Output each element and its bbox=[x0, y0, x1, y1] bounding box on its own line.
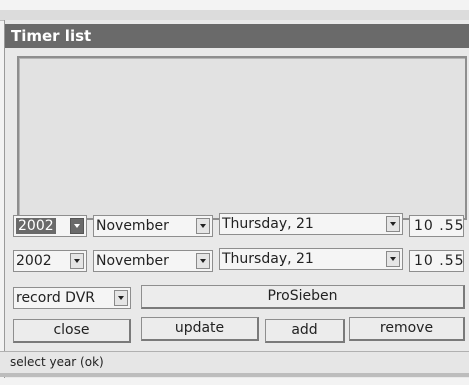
bottom-border bbox=[0, 373, 469, 377]
end-month-select[interactable]: November bbox=[93, 250, 213, 272]
start-year-select[interactable]: 2002 bbox=[13, 215, 87, 237]
start-day-value: Thursday, 21 bbox=[222, 216, 314, 232]
chevron-down-icon[interactable] bbox=[196, 218, 210, 234]
start-month-value: November bbox=[96, 218, 169, 234]
status-bar: select year (ok) bbox=[0, 351, 469, 373]
start-time-field[interactable]: 10 .55 bbox=[409, 215, 464, 237]
channel-button[interactable]: ProSieben bbox=[141, 285, 465, 309]
timer-type-value: record DVR bbox=[16, 290, 96, 306]
update-button[interactable]: update bbox=[141, 317, 259, 341]
end-day-value: Thursday, 21 bbox=[222, 251, 314, 267]
start-month-select[interactable]: November bbox=[93, 215, 213, 237]
end-year-select[interactable]: 2002 bbox=[13, 250, 87, 272]
chevron-down-icon[interactable] bbox=[386, 216, 400, 232]
end-time-field[interactable]: 10 .55 bbox=[409, 250, 464, 272]
start-year-value: 2002 bbox=[16, 218, 56, 234]
timer-list-window: Timer list 2002 November Thursday, 21 10… bbox=[4, 20, 469, 378]
chevron-down-icon[interactable] bbox=[386, 251, 400, 267]
close-button[interactable]: close bbox=[13, 319, 131, 343]
end-year-value: 2002 bbox=[16, 253, 52, 269]
timer-type-select[interactable]: record DVR bbox=[13, 287, 131, 309]
end-day-select[interactable]: Thursday, 21 bbox=[219, 248, 403, 270]
chevron-down-icon[interactable] bbox=[70, 253, 84, 269]
window-title: Timer list bbox=[5, 24, 469, 48]
chevron-down-icon[interactable] bbox=[114, 290, 128, 306]
chevron-down-icon[interactable] bbox=[196, 253, 210, 269]
end-month-value: November bbox=[96, 253, 169, 269]
remove-button[interactable]: remove bbox=[349, 317, 465, 341]
start-day-select[interactable]: Thursday, 21 bbox=[219, 213, 403, 235]
chevron-down-icon[interactable] bbox=[70, 218, 84, 234]
add-button[interactable]: add bbox=[265, 319, 345, 343]
timer-listbox[interactable] bbox=[17, 56, 467, 220]
